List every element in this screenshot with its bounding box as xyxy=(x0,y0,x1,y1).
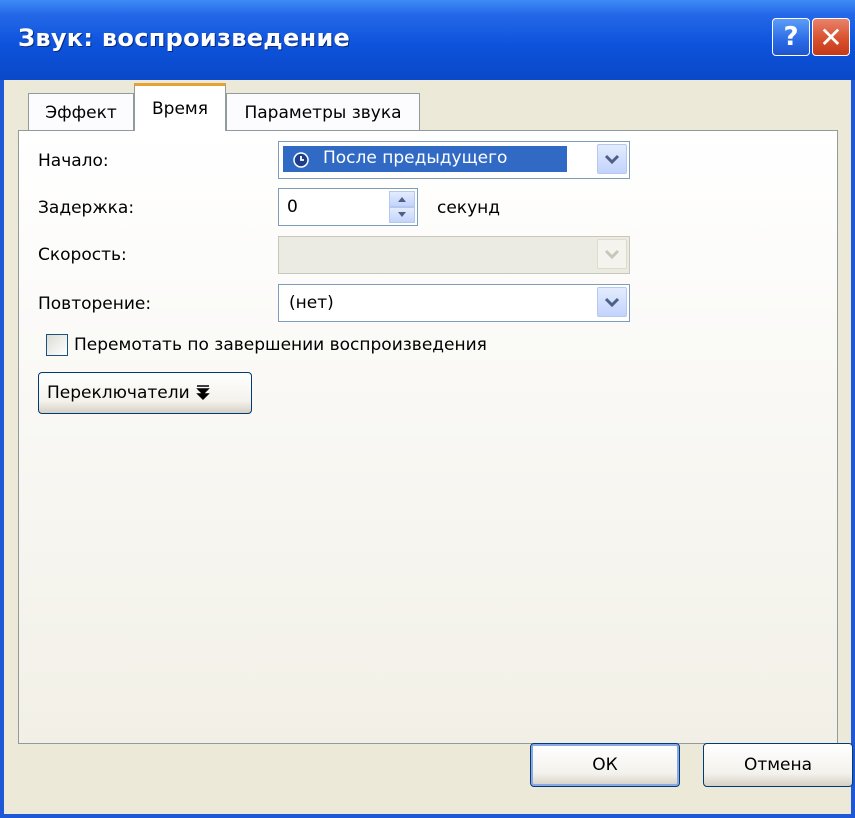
delay-unit-label: секунд xyxy=(437,198,501,218)
speed-dropdown-button xyxy=(597,239,627,269)
chevron-down-icon xyxy=(604,249,620,260)
repeat-dropdown-button[interactable] xyxy=(597,287,627,317)
clock-icon xyxy=(293,152,309,168)
arrow-up-icon xyxy=(398,197,406,202)
delay-label: Задержка: xyxy=(38,198,135,218)
start-label: Начало: xyxy=(38,151,109,171)
tab-sound-settings[interactable]: Параметры звука xyxy=(226,93,420,131)
spin-down-button[interactable] xyxy=(389,207,415,223)
start-select-value: После предыдущего xyxy=(323,148,508,168)
dialog-title: Звук: воспроизведение xyxy=(18,24,351,52)
chevron-down-icon xyxy=(604,297,620,308)
delay-spinner[interactable]: 0 xyxy=(278,188,418,226)
dialog-body: Эффект Время Параметры звука xyxy=(4,80,851,814)
start-select[interactable]: После предыдущего xyxy=(278,141,630,179)
cancel-button[interactable]: Отмена xyxy=(703,743,853,787)
ok-button-label: ОК xyxy=(592,755,618,775)
close-icon: ✕ xyxy=(819,20,843,54)
help-button[interactable]: ? xyxy=(772,18,810,56)
tab-panel-time xyxy=(18,130,838,744)
close-button[interactable]: ✕ xyxy=(812,18,850,56)
title-bar[interactable]: Звук: воспроизведение ? ✕ xyxy=(0,0,855,80)
double-chevron-down-icon xyxy=(195,385,210,401)
spin-up-button[interactable] xyxy=(389,191,415,207)
speed-select xyxy=(278,236,630,274)
chevron-down-icon xyxy=(604,154,620,165)
delay-value: 0 xyxy=(287,197,298,217)
delay-spin-buttons xyxy=(389,191,415,223)
cancel-button-label: Отмена xyxy=(743,755,813,775)
tab-effect[interactable]: Эффект xyxy=(28,93,134,131)
tab-time[interactable]: Время xyxy=(134,83,226,131)
help-icon: ? xyxy=(783,22,799,52)
triggers-button-label: Переключатели xyxy=(47,383,190,403)
repeat-select-value: (нет) xyxy=(289,293,334,313)
triggers-button[interactable]: Переключатели xyxy=(38,372,252,414)
rewind-label[interactable]: Перемотать по завершении воспроизведения xyxy=(74,335,487,355)
start-dropdown-button[interactable] xyxy=(597,144,627,174)
tab-time-label: Время xyxy=(152,98,208,119)
rewind-checkbox[interactable] xyxy=(46,334,68,356)
speed-label: Скорость: xyxy=(38,245,127,265)
dialog-window: Звук: воспроизведение ? ✕ Эффект Время П… xyxy=(0,0,855,818)
tab-effect-label: Эффект xyxy=(45,102,117,123)
arrow-down-icon xyxy=(398,212,406,217)
repeat-label: Повторение: xyxy=(38,294,152,314)
repeat-select[interactable]: (нет) xyxy=(278,284,630,322)
tab-sound-settings-label: Параметры звука xyxy=(244,102,402,123)
ok-button[interactable]: ОК xyxy=(530,743,680,787)
